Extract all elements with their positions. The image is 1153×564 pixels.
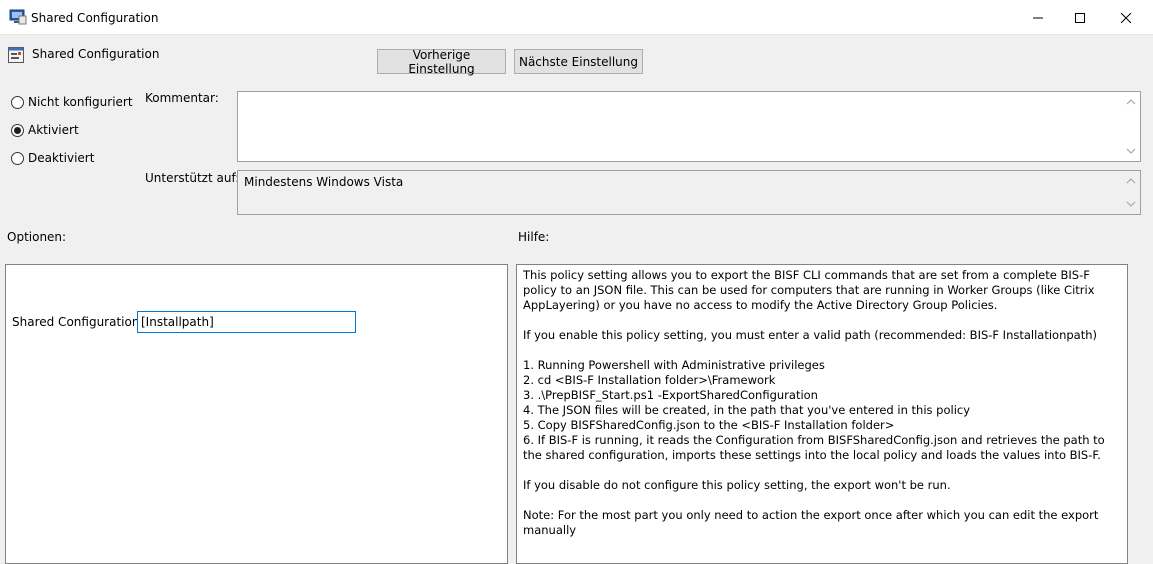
radio-label: Deaktiviert (28, 151, 95, 165)
close-icon (1121, 12, 1131, 23)
setting-title: Shared Configuration (32, 47, 160, 61)
radio-button[interactable] (11, 123, 24, 137)
shared-config-input[interactable] (137, 311, 356, 333)
comment-label: Kommentar: (145, 91, 219, 105)
radio-label: Aktiviert (28, 123, 79, 137)
minimize-icon (1033, 17, 1043, 18)
maximize-button[interactable] (1057, 0, 1103, 35)
previous-setting-button[interactable]: Vorherige Einstellung (377, 48, 506, 76)
supported-scrollbar[interactable] (1123, 171, 1140, 214)
maximize-icon (1075, 12, 1085, 23)
options-label: Optionen: (7, 230, 67, 244)
scroll-down-icon[interactable] (1126, 146, 1136, 156)
scroll-up-icon[interactable] (1126, 176, 1136, 186)
shared-config-label: Shared Configuration (12, 315, 140, 329)
radio-not-configured[interactable]: Nicht konfiguriert (11, 95, 133, 109)
next-setting-button[interactable]: Nächste Einstellung (514, 49, 643, 74)
help-paragraph: If you disable do not configure this pol… (523, 478, 951, 492)
radio-button[interactable] (11, 151, 24, 165)
help-steps: 1. Running Powershell with Administrativ… (523, 358, 1105, 462)
options-panel: Shared Configuration (5, 264, 508, 564)
radio-enabled[interactable]: Aktiviert (11, 123, 79, 137)
minimize-button[interactable] (1015, 0, 1061, 35)
supported-on-value: Mindestens Windows Vista (244, 175, 404, 189)
window-title: Shared Configuration (31, 11, 159, 25)
radio-label: Nicht konfiguriert (28, 95, 133, 109)
comment-textarea[interactable] (237, 91, 1141, 162)
radio-disabled[interactable]: Deaktiviert (11, 151, 94, 165)
policy-editor-icon (9, 9, 27, 25)
scroll-up-icon[interactable] (1126, 97, 1136, 107)
help-label: Hilfe: (518, 230, 550, 244)
close-button[interactable] (1103, 0, 1149, 35)
help-paragraph: This policy setting allows you to export… (523, 268, 1095, 312)
help-paragraph: If you enable this policy setting, you m… (523, 328, 1098, 342)
supported-on-label: Unterstützt auf: (145, 171, 240, 185)
help-paragraph: Note: For the most part you only need to… (523, 508, 1099, 537)
comment-scrollbar[interactable] (1123, 92, 1140, 161)
title-bar: Shared Configuration (0, 0, 1153, 35)
policy-icon (8, 47, 24, 63)
radio-button[interactable] (11, 95, 24, 109)
scroll-down-icon[interactable] (1126, 199, 1136, 209)
help-panel: This policy setting allows you to export… (516, 264, 1128, 564)
supported-on-box: Mindestens Windows Vista (237, 170, 1141, 215)
